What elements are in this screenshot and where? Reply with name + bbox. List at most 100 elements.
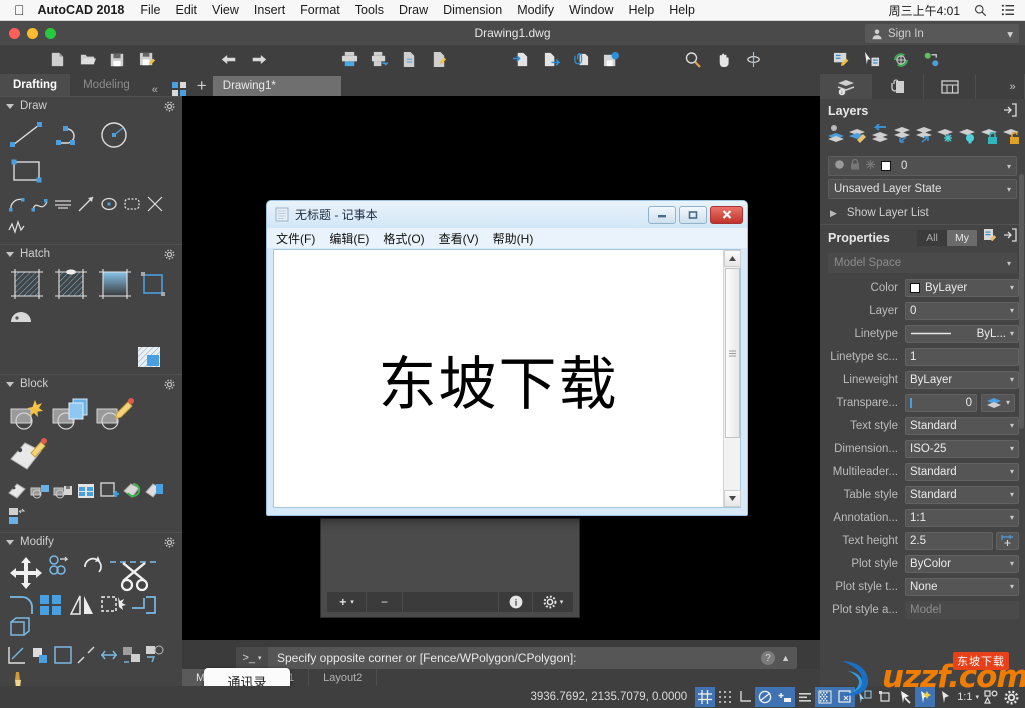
property-value-color[interactable]: ByLayer ▾	[905, 278, 1019, 297]
attach-icon[interactable]	[566, 47, 596, 73]
move-icon[interactable]	[6, 554, 46, 594]
chevron-down-icon[interactable]: ▾	[1010, 582, 1014, 591]
transparency-layer-button[interactable]: ▾	[981, 393, 1015, 412]
add-item-button[interactable]: + ▾	[327, 592, 367, 612]
chevron-down-icon[interactable]: ▾	[1007, 27, 1013, 41]
offset-icon[interactable]	[29, 643, 50, 666]
palette-group-modify-row1[interactable]	[0, 551, 182, 643]
close-window-button[interactable]	[9, 27, 20, 39]
palette-group-draw-row2[interactable]	[0, 193, 182, 244]
extend-icon[interactable]	[6, 643, 27, 666]
property-value-transparency[interactable]: 0	[905, 393, 977, 412]
close-icon[interactable]	[710, 205, 743, 224]
palette-group-block-row1[interactable]	[0, 393, 182, 479]
edit-block-icon[interactable]	[94, 396, 136, 434]
menu-item-insert[interactable]: Insert	[254, 3, 285, 17]
multiline-icon[interactable]	[52, 193, 73, 215]
revision-cloud-icon[interactable]	[6, 217, 27, 239]
edit-properties-icon[interactable]	[983, 228, 997, 247]
export-icon[interactable]	[536, 47, 566, 73]
expand-triangle-icon[interactable]: ▶	[830, 208, 837, 219]
mirror-icon[interactable]	[66, 594, 98, 616]
detach-panel-icon[interactable]	[1003, 228, 1017, 247]
maximize-window-button[interactable]	[45, 27, 56, 39]
polyline-icon[interactable]	[50, 118, 92, 152]
insert-block-icon[interactable]	[6, 396, 48, 434]
notepad-menu-help[interactable]: 帮助(H)	[493, 230, 534, 247]
coordinates-readout[interactable]: 3936.7692, 2135.7079, 0.0000	[531, 691, 688, 703]
scale-icon[interactable]	[98, 594, 128, 616]
write-block-icon[interactable]	[52, 479, 73, 502]
property-value-table-style[interactable]: Standard ▾	[905, 485, 1019, 504]
block-table-icon[interactable]	[29, 479, 50, 502]
chevron-down-icon[interactable]: ▾	[1010, 421, 1014, 430]
notepad-title-bar[interactable]: 无标题 - 记事本	[267, 201, 747, 228]
property-value-annotation-scale[interactable]: 1:1 ▾	[905, 508, 1019, 527]
rectangle-icon[interactable]	[6, 154, 48, 188]
layer-lock-indicator-icon[interactable]	[850, 158, 860, 173]
pan-icon[interactable]	[708, 47, 738, 73]
line-icon[interactable]	[6, 118, 48, 152]
scroll-up-icon[interactable]	[723, 250, 741, 267]
new-layer-icon[interactable]	[826, 124, 847, 149]
help-icon[interactable]: ?	[761, 651, 776, 665]
remove-item-button[interactable]: −	[367, 592, 403, 612]
property-value-layer[interactable]: 0 ▾	[905, 301, 1019, 320]
layer-state-combo[interactable]: Unsaved Layer State ▾	[828, 179, 1017, 199]
apple-icon[interactable]: 	[14, 3, 25, 17]
property-value-linetype-scale[interactable]: 1	[905, 347, 1019, 366]
notepad-menu-view[interactable]: 查看(V)	[439, 230, 479, 247]
palette-group-draw-row1[interactable]	[0, 115, 182, 193]
layer-match-icon[interactable]	[914, 124, 935, 149]
block-palette-icon[interactable]	[75, 479, 96, 502]
notepad-menu-edit[interactable]: 编辑(E)	[329, 230, 369, 247]
search-icon[interactable]	[974, 4, 987, 17]
save-as-icon[interactable]	[132, 47, 162, 73]
model-space-combo[interactable]: Model Space ▾	[828, 253, 1017, 273]
chevron-down-icon[interactable]: ▾	[1010, 490, 1014, 499]
palette-group-hatch-header[interactable]: Hatch	[0, 244, 182, 263]
palette-group-block-row2[interactable]	[0, 479, 182, 532]
hatch-edit-icon[interactable]	[6, 304, 36, 340]
blocks-tab-icon[interactable]	[872, 74, 924, 99]
gradient-icon[interactable]	[94, 266, 136, 302]
table-tab-icon[interactable]	[924, 74, 976, 99]
hatch-set-origin-icon[interactable]	[136, 345, 162, 369]
more-tabs-button[interactable]: »	[1001, 74, 1025, 99]
command-line[interactable]: >_ ▾ Specify opposite corner or [Fence/WP…	[236, 647, 797, 669]
right-panel[interactable]: i » Layers 0 ▾ Unsaved Layer State ▾ ▶ S…	[820, 74, 1025, 686]
orbit-icon[interactable]	[738, 47, 768, 73]
menu-item-modify[interactable]: Modify	[517, 3, 554, 17]
properties-scrollbar[interactable]	[1019, 174, 1024, 429]
pick-text-height-button[interactable]	[996, 531, 1019, 550]
chevron-down-icon[interactable]: ▾	[1010, 306, 1014, 315]
palette-group-modify-header[interactable]: Modify	[0, 532, 182, 551]
current-layer-combo[interactable]: 0 ▾	[828, 156, 1017, 176]
redo-icon[interactable]	[244, 47, 274, 73]
property-value-lineweight[interactable]: ByLayer ▾	[905, 370, 1019, 389]
layers-tab-icon[interactable]: i	[820, 74, 872, 99]
menu-item-dimension[interactable]: Dimension	[443, 3, 502, 17]
notepad-window[interactable]: 无标题 - 记事本 文件(F) 编辑(E) 格式(O) 查看(V) 帮助(H) …	[266, 200, 748, 516]
notepad-scrollbar[interactable]	[723, 250, 741, 507]
detach-panel-icon[interactable]	[1003, 102, 1017, 120]
object-snap-tracking-icon[interactable]	[795, 687, 815, 707]
layer-on-off-icon[interactable]	[958, 124, 979, 149]
property-value-plot-style[interactable]: ByColor ▾	[905, 554, 1019, 573]
lock-layer-icon[interactable]	[980, 124, 1001, 149]
hatch-icon[interactable]	[6, 266, 48, 302]
block-editor-icon[interactable]	[886, 47, 916, 73]
copy-icon[interactable]	[46, 554, 78, 576]
filter-my-button[interactable]: My	[947, 229, 977, 246]
document-tab[interactable]: Drawing1*	[212, 76, 341, 96]
layer-on-indicator-icon[interactable]	[834, 159, 845, 173]
quick-select-icon[interactable]	[856, 47, 886, 73]
gear-icon[interactable]	[164, 249, 175, 260]
arc-icon[interactable]	[6, 193, 27, 215]
tab-modeling[interactable]: Modeling	[70, 74, 143, 96]
tool-palette-left[interactable]: Draw Hatch Block Modify	[0, 96, 182, 708]
set-current-layer-icon[interactable]	[870, 123, 891, 149]
sign-in-button[interactable]: Sign In ▾	[865, 24, 1019, 43]
zoom-icon[interactable]	[678, 47, 708, 73]
new-file-icon[interactable]	[42, 47, 72, 73]
